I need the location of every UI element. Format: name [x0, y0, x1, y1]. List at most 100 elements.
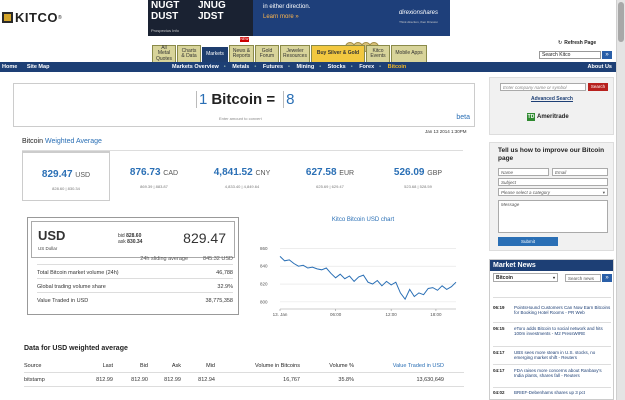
feedback-email-field[interactable]: Email	[552, 168, 608, 176]
news-search-input[interactable]: Search news	[565, 274, 601, 282]
converter-result[interactable]: 8	[283, 91, 294, 108]
news-headline[interactable]: eToro adds Bitcoin to social network and…	[514, 326, 611, 336]
news-time: 06:19	[493, 305, 505, 310]
site-search-input[interactable]: Search Kitco	[539, 51, 601, 59]
kitco-logo[interactable]: KITCO ®	[2, 10, 62, 25]
news-headline[interactable]: UBS sees more steam in U.S. stocks, no e…	[514, 350, 611, 360]
banner-brand: direxionshares	[398, 10, 438, 16]
site-search-button[interactable]: »	[602, 51, 612, 59]
news-topic-value: Bitcoin	[496, 275, 513, 281]
ad-banner[interactable]: NUGT DUST JNUG JDST Prospectus Info in e…	[148, 0, 450, 36]
new-badge: NEW	[240, 37, 249, 42]
tab-gold-forum[interactable]: Gold Forum	[255, 45, 279, 62]
chart-x-tick-label: 06:00	[330, 312, 342, 317]
nav-forex[interactable]: Forex	[359, 64, 374, 70]
company-search-input[interactable]: Enter company name or symbol	[500, 83, 586, 91]
converter-amount-input[interactable]: 1	[196, 91, 207, 108]
logo-reg: ®	[57, 14, 62, 21]
scrollbar-thumb[interactable]	[618, 2, 624, 42]
news-headline[interactable]: FDA raises more concerns about Ranbaxy's…	[514, 368, 611, 378]
weighted-title-a: Bitcoin	[22, 138, 44, 145]
tab-news-reports[interactable]: News & Reports	[229, 45, 254, 62]
tab-markets[interactable]: Markets	[202, 47, 228, 62]
chevron-down-icon: ▾	[552, 275, 555, 280]
feedback-subject-field[interactable]: Subject	[498, 178, 608, 186]
news-item[interactable]: 04:17 UBS sees more steam in U.S. stocks…	[493, 350, 611, 360]
col-source: Source	[24, 362, 42, 369]
ameritrade-ad[interactable]: TD Ameritrade	[527, 113, 569, 121]
tab-jeweler-resources[interactable]: Jeweler Resources	[280, 45, 310, 62]
weighted-title-b: Weighted Average	[44, 138, 102, 145]
usd-bid-ask: bid 828.60 ask 830.34	[118, 233, 142, 245]
news-item[interactable]: 06:19 PointsHound Customers Can Now Earn…	[493, 305, 611, 315]
chart-x-tick-label: 12:00	[386, 312, 398, 317]
chart-y-tick-label: 860	[260, 246, 268, 251]
ask-label: ask	[118, 239, 126, 245]
usd-stat-row: Global trading volume share 32.9%	[37, 281, 233, 293]
tab-mobile-apps[interactable]: Mobile Apps	[391, 45, 427, 62]
quote-usd[interactable]: 829.47 USD 828.60 | 830.34	[22, 151, 110, 201]
usd-price: 829.47	[183, 230, 226, 246]
quote-cny[interactable]: 4,841.52 CNY 4,833.40 | 4,849.64	[198, 151, 286, 199]
feedback-name-field[interactable]: Name	[498, 168, 549, 176]
chart-x-tick-label: 18:00	[430, 312, 442, 317]
cell-volume-btc: 16,767	[283, 376, 300, 383]
cell-mid: 812.94	[198, 376, 215, 383]
logo-text: KITCO	[15, 10, 58, 25]
usd-stat-value: 46,788	[216, 270, 233, 276]
nav-mining[interactable]: Mining	[296, 64, 314, 70]
nav-sep: •	[254, 64, 257, 70]
banner-right: in either direction. Learn more » direxi…	[253, 0, 450, 36]
cell-volume-pct: 35.8%	[338, 376, 354, 383]
news-search-button[interactable]: »	[602, 274, 612, 282]
quote-eur[interactable]: 627.58 EUR 625.69 | 629.47	[286, 151, 374, 199]
main-tabs: All Metal Quotes Charts & Data Markets N…	[152, 44, 428, 62]
cell-source: bitstamp	[24, 376, 45, 383]
nav-site-map[interactable]: Site Map	[27, 64, 50, 70]
tab-charts-data[interactable]: Charts & Data	[177, 45, 201, 62]
nav-stocks[interactable]: Stocks	[328, 64, 346, 70]
converter-row: 1 Bitcoin = 8	[196, 91, 294, 108]
feedback-category-select[interactable]: Please select a category ▾	[498, 188, 608, 196]
refresh-page-button[interactable]: ↻ Refresh Page	[558, 40, 596, 46]
banner-learn-more[interactable]: Learn more »	[263, 14, 299, 20]
nav-futures[interactable]: Futures	[263, 64, 283, 70]
tab-buy-silver-gold[interactable]: Buy Silver & Gold	[311, 45, 365, 62]
banner-message: in either direction.	[263, 4, 311, 10]
advanced-search-link[interactable]: Advanced Search	[531, 96, 573, 102]
banner-prospectus[interactable]: Prospectus Info	[151, 28, 179, 33]
cell-value-usd: 13,630,649	[416, 376, 444, 383]
banner-ticker-2: JNUG JDST	[198, 0, 226, 22]
news-item[interactable]: 04:17 FDA raises more concerns about Ran…	[493, 368, 611, 378]
category-text: Please select a category	[501, 190, 551, 195]
news-topic-select[interactable]: Bitcoin ▾	[493, 273, 558, 282]
beta-label: beta	[456, 114, 470, 121]
feedback-submit-button[interactable]: Submit	[498, 237, 558, 246]
nav-metals[interactable]: Metals	[232, 64, 249, 70]
bitcoin-usd-chart: Kitco Bitcoin USD chart 800 820 840 860 13. …	[258, 213, 468, 323]
nav-about-us[interactable]: About Us	[588, 64, 612, 70]
news-headline[interactable]: BRIEF-Debenhams shares up 3 pct	[514, 390, 585, 395]
news-item[interactable]: 06:15 eToro adds Bitcoin to social netwo…	[493, 326, 611, 336]
nav-markets-overview[interactable]: Markets Overview	[172, 64, 219, 70]
nav-bar: Home Site Map Markets Overview • Metals • …	[0, 62, 616, 72]
nav-sep: •	[288, 64, 290, 70]
col-value-usd[interactable]: Value Traded in USD	[354, 363, 444, 369]
bitcoin-converter: 1 Bitcoin = 8 Enter amount to convert be…	[13, 83, 475, 127]
quote-gbp[interactable]: 526.09 GBP 523.68 | 528.59	[374, 151, 462, 199]
nav-home[interactable]: Home	[2, 64, 17, 70]
company-search-button[interactable]: Search	[588, 83, 608, 91]
page-scrollbar[interactable]	[616, 0, 625, 400]
news-item[interactable]: 04:02 BRIEF-Debenhams shares up 3 pct	[493, 390, 611, 395]
quote-cad[interactable]: 876.73 CAD 869.39 | 883.87	[110, 151, 198, 199]
news-headline[interactable]: PointsHound Customers Can Now Earn Bitco…	[514, 305, 611, 315]
nav-bitcoin[interactable]: Bitcoin	[388, 64, 407, 70]
quote-value: 4,841.52	[213, 167, 253, 178]
banner-ticker-1b: DUST	[151, 11, 179, 22]
tab-all-metal-quotes[interactable]: All Metal Quotes	[152, 45, 176, 62]
news-time: 04:17	[493, 368, 505, 373]
feedback-message-field[interactable]: Message	[498, 200, 608, 233]
nav-sep: •	[319, 64, 322, 70]
tab-kitco-events[interactable]: Kitco Events	[366, 45, 390, 62]
chevron-down-icon: ▾	[602, 190, 605, 195]
